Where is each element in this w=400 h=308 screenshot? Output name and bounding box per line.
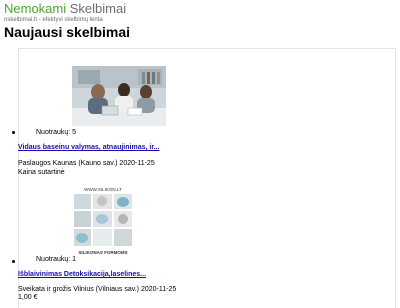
list-bullet (12, 131, 15, 134)
page-title: Naujausi skelbimai (4, 24, 131, 40)
listing-title-link[interactable]: Išblaivinimas Detoksikacija,laselines... (18, 270, 146, 279)
people-at-desk-image (72, 66, 166, 126)
site-tagline: nskelbimai.lt - efektyvi skelbimų lenta (4, 17, 103, 23)
photo-count: Nuotraukų: 1 (36, 256, 77, 263)
listing-meta: Paslaugos Kaunas (Kauno sav.) 2020-11-25 (18, 160, 155, 167)
silicone-molds-image: WWW.SILIKON.LT SILIKONAS FORMOMS (72, 184, 134, 256)
listing-price: 1,00 € (18, 294, 38, 301)
photo-count: Nuotraukų: 5 (36, 129, 77, 136)
image-caption-text: SILIKONAS FORMOMS (78, 250, 127, 255)
listing-thumbnail[interactable] (72, 66, 166, 126)
site-logo[interactable]: Nemokami Skelbimai nskelbimai.lt - efekt… (4, 2, 126, 24)
logo-word-1: Nemokami (4, 1, 67, 16)
listing-thumbnail[interactable]: WWW.SILIKON.LT SILIKONAS FORMOMS (72, 184, 134, 256)
list-bullet (12, 260, 15, 263)
image-brand-text: WWW.SILIKON.LT (84, 187, 122, 192)
logo-word-2: Skelbimai (69, 1, 127, 16)
listing-meta: Sveikata ir grožis Vilnius (Vilniaus sav… (18, 286, 177, 293)
listing-price: Kaina sutartinė (18, 169, 65, 176)
listing-title-link[interactable]: Vidaus baseinu valymas, atnaujinimas, ir… (18, 143, 160, 152)
